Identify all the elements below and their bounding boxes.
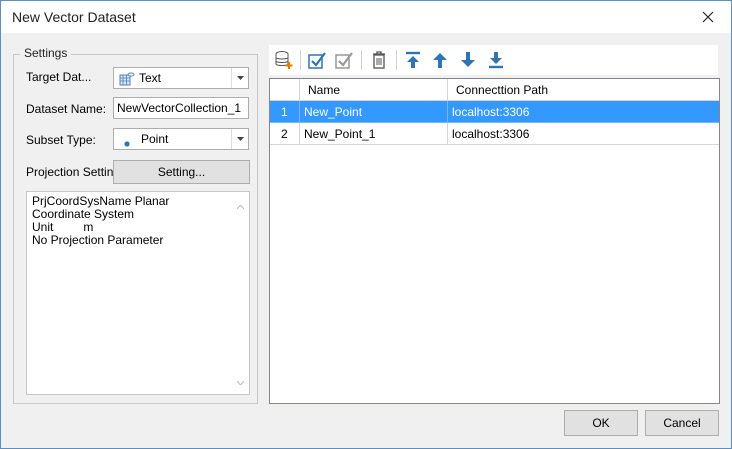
invert-selection-icon[interactable]: [332, 48, 356, 72]
header-cell-name[interactable]: Name: [300, 79, 448, 101]
chevron-down-icon[interactable]: [231, 68, 248, 88]
table-row[interactable]: 2 New_Point_1 localhost:3306: [270, 123, 719, 146]
target-datasource-value: Text: [139, 71, 162, 85]
move-bottom-icon[interactable]: [484, 48, 508, 72]
dataset-grid: Name Connecttion Path 1 New_Point localh…: [269, 78, 720, 404]
grid-header-row: Name Connecttion Path: [270, 79, 719, 102]
row-index: 1: [270, 101, 300, 123]
dataset-name-input[interactable]: NewVectorCollection_1: [113, 97, 249, 119]
projection-info-text: PrjCoordSysName Planar Coordinate System…: [32, 195, 228, 247]
row-name[interactable]: New_Point: [300, 101, 448, 123]
projection-info-box: PrjCoordSysName Planar Coordinate System…: [26, 191, 250, 395]
header-cell-connection-path[interactable]: Connecttion Path: [448, 79, 719, 101]
scroll-down-icon[interactable]: [236, 374, 245, 388]
move-up-icon[interactable]: [428, 48, 452, 72]
select-all-icon[interactable]: [305, 48, 329, 72]
toolbar: [269, 45, 718, 75]
move-top-icon[interactable]: [401, 48, 425, 72]
subset-type-combo[interactable]: Point: [113, 128, 249, 150]
target-datasource-combo[interactable]: Text: [113, 67, 249, 89]
title-bar: New Vector Dataset: [1, 1, 731, 33]
row-connection-path[interactable]: localhost:3306: [448, 101, 719, 123]
settings-legend: Settings: [20, 46, 72, 60]
projection-line: PrjCoordSysName Planar Coordinate System: [32, 194, 170, 221]
delete-icon[interactable]: [367, 48, 391, 72]
vertical-scrollbar[interactable]: [232, 192, 249, 394]
header-cell-index: [270, 79, 300, 101]
row-connection-path[interactable]: localhost:3306: [448, 123, 719, 145]
move-down-icon[interactable]: [456, 48, 480, 72]
row-name[interactable]: New_Point_1: [300, 123, 448, 145]
add-dataset-icon[interactable]: [272, 48, 296, 72]
cancel-button[interactable]: Cancel: [645, 410, 719, 436]
subset-type-value: Point: [141, 132, 169, 146]
target-datasource-label: Target Dat...: [26, 70, 92, 84]
chevron-down-icon[interactable]: [231, 129, 248, 149]
scroll-up-icon[interactable]: [236, 198, 245, 212]
dataset-name-label: Dataset Name:: [26, 102, 107, 116]
projection-settings-label: Projection Settin: [26, 165, 114, 179]
ok-button[interactable]: OK: [564, 410, 638, 436]
datasource-icon: [119, 71, 135, 90]
row-index: 2: [270, 123, 300, 145]
table-row[interactable]: 1 New_Point localhost:3306: [270, 101, 719, 124]
point-icon: [124, 136, 130, 150]
setting-button[interactable]: Setting...: [113, 160, 250, 184]
subset-type-label: Subset Type:: [26, 133, 96, 147]
close-icon[interactable]: [685, 1, 731, 33]
dialog-title: New Vector Dataset: [12, 9, 136, 25]
projection-line: No Projection Parameter: [32, 233, 164, 247]
